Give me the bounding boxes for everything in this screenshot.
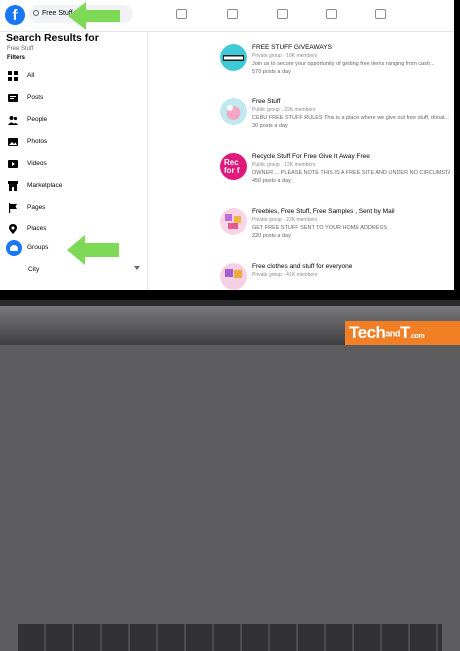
search-icon: [33, 10, 39, 16]
result-description: Join us to secure your opportunity of ge…: [252, 61, 435, 67]
filter-label: Videos: [27, 160, 47, 167]
marketplace-icon: [8, 181, 18, 191]
people-icon: [8, 116, 18, 125]
city-dropdown-label: City: [28, 266, 40, 273]
filter-all[interactable]: All: [6, 68, 142, 84]
result-name[interactable]: Free clothes and stuff for everyone: [252, 263, 352, 270]
watermark-logo: TechandT.com: [345, 321, 460, 345]
result-name[interactable]: FREE STUFF GIVEAWAYS: [252, 44, 332, 51]
filter-label: Posts: [27, 94, 44, 101]
keyboard: [18, 624, 442, 651]
result-meta: Private group · 22K members: [252, 217, 318, 223]
filter-label: Pages: [27, 204, 46, 211]
result-description: GET FREE STUFF SENT TO YOUR HOME ADDRESS: [252, 225, 387, 231]
search-result[interactable]: Freebies, Free Stuff, Free Samples , Sen…: [220, 208, 450, 254]
marketplace-icon[interactable]: [277, 9, 288, 19]
result-meta: Public group · 12K members: [252, 162, 316, 168]
result-name[interactable]: Freebies, Free Stuff, Free Samples , Sen…: [252, 208, 395, 215]
search-query-label: Free Stuff: [7, 46, 34, 52]
result-meta: Private group · 41K members: [252, 272, 318, 278]
group-thumbnail: [220, 98, 247, 125]
search-result[interactable]: Rec for f Recycle Stuff For Free Give It…: [220, 153, 450, 199]
result-meta: Private group · 10K members: [252, 53, 318, 59]
pin-icon: [9, 224, 17, 234]
home-icon[interactable]: [176, 9, 187, 19]
group-thumbnail: [220, 208, 247, 235]
groups-nav-icon[interactable]: [326, 9, 337, 19]
result-activity: 570 posts a day: [252, 69, 291, 75]
arrow-pointing-to-groups: [67, 235, 119, 265]
filter-label: Photos: [27, 138, 48, 145]
filter-videos[interactable]: Videos: [6, 156, 142, 172]
group-thumbnail: Rec for f: [220, 153, 247, 180]
filter-marketplace[interactable]: Marketplace: [6, 178, 142, 194]
result-description: CEBU FREE STUFF RULES This is a place wh…: [252, 115, 450, 121]
search-result[interactable]: Free clothes and stuff for everyone Priv…: [220, 263, 450, 290]
result-meta: Public group · 22K members: [252, 107, 316, 113]
search-result[interactable]: FREE STUFF GIVEAWAYS Private group · 10K…: [220, 44, 450, 90]
arrow-pointing-to-search: [68, 2, 120, 30]
photos-icon: [8, 138, 18, 146]
watch-icon[interactable]: [227, 9, 238, 19]
flag-icon: [9, 203, 17, 213]
filter-photos[interactable]: Photos: [6, 134, 142, 150]
filter-label: Places: [27, 225, 47, 232]
result-description: OWNER ... PLEASE NOTE THIS IS A FREE SIT…: [252, 170, 450, 176]
gaming-icon[interactable]: [375, 9, 386, 19]
video-icon: [8, 160, 18, 168]
posts-icon: [8, 94, 18, 102]
filter-label: All: [27, 72, 35, 79]
result-name[interactable]: Free Stuff: [252, 98, 280, 105]
search-result[interactable]: Free Stuff Public group · 22K members CE…: [220, 98, 450, 144]
result-activity: 450 posts a day: [252, 178, 291, 184]
filter-label: Groups: [27, 244, 49, 251]
group-thumbnail: [220, 44, 247, 71]
result-activity: 30 posts a day: [252, 123, 288, 129]
groups-icon: [6, 240, 22, 256]
filter-pages[interactable]: Pages: [6, 200, 142, 216]
facebook-logo-icon[interactable]: f: [5, 5, 25, 25]
chevron-down-icon: [134, 266, 140, 270]
group-thumbnail: [220, 263, 247, 290]
result-activity: 220 posts a day: [252, 233, 291, 239]
filter-label: People: [27, 116, 48, 123]
filter-label: Marketplace: [27, 182, 63, 189]
filter-posts[interactable]: Posts: [6, 90, 142, 106]
grid-icon: [8, 71, 18, 81]
result-name[interactable]: Recycle Stuff For Free Give It Away Free: [252, 153, 370, 160]
filters-heading: Filters: [7, 55, 26, 61]
filter-people[interactable]: People: [6, 112, 142, 128]
